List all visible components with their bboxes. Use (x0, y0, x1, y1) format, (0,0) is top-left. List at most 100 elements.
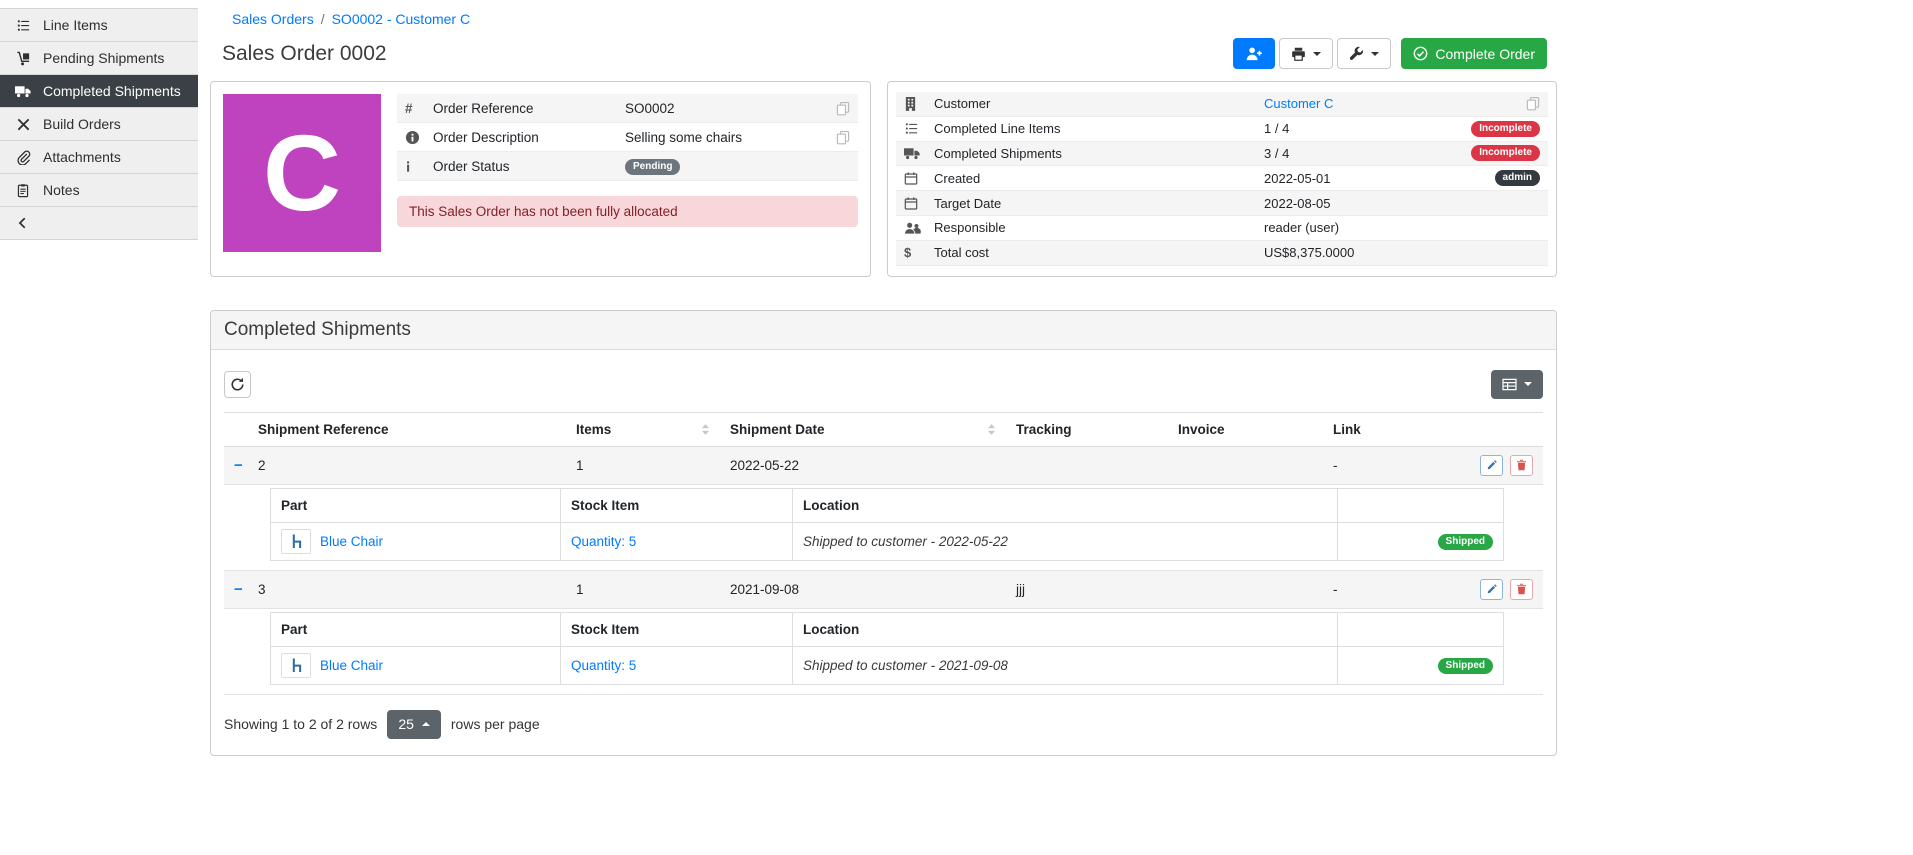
delete-shipment-button[interactable] (1510, 455, 1533, 476)
incomplete-badge: Incomplete (1471, 145, 1540, 161)
table-toolbar (224, 370, 1543, 399)
sidebar-item-label: Attachments (43, 149, 121, 165)
detail-row-order-status: Order Status Pending (397, 152, 858, 181)
shipment-row: − 2 1 2022-05-22 - (224, 446, 1543, 484)
sidebar-item-build-orders[interactable]: Build Orders (0, 108, 198, 141)
trash-icon (1516, 583, 1527, 595)
sidebar-item-label: Line Items (43, 17, 108, 33)
breadcrumb-sales-orders[interactable]: Sales Orders (232, 11, 314, 27)
print-actions-dropdown[interactable] (1279, 38, 1333, 69)
detail-label: Order Reference (433, 101, 625, 116)
shipment-reference-cell: 3 (248, 570, 566, 608)
order-actions-dropdown[interactable] (1337, 38, 1391, 69)
edit-shipment-button[interactable] (1480, 455, 1503, 476)
part-link[interactable]: Blue Chair (320, 534, 383, 549)
subcolumn-status (1338, 612, 1504, 646)
app-root: Line Items Pending Shipments Completed S… (0, 0, 1913, 756)
delete-shipment-button[interactable] (1510, 579, 1533, 600)
meta-label: Total cost (934, 245, 1264, 260)
sidebar-item-notes[interactable]: Notes (0, 174, 198, 207)
meta-row-shipments: Completed Shipments 3 / 4 Incomplete (896, 142, 1548, 167)
wrench-icon (1349, 46, 1364, 61)
copy-icon[interactable] (836, 130, 850, 145)
columns-dropdown-button[interactable] (1491, 370, 1543, 399)
stock-item-link[interactable]: Quantity: 5 (571, 658, 636, 673)
shipment-items-subtable: Part Stock Item Location (270, 612, 1504, 685)
table-columns-icon (1502, 378, 1517, 391)
refresh-button[interactable] (224, 371, 251, 398)
customer-link[interactable]: Customer C (1264, 96, 1333, 111)
shipped-status-badge: Shipped (1438, 534, 1493, 550)
collapse-row-button[interactable]: − (234, 581, 243, 598)
user-badge: admin (1495, 170, 1540, 186)
subcolumn-part: Part (271, 488, 561, 522)
sidebar-item-label: Completed Shipments (43, 83, 181, 99)
part-thumbnail[interactable] (281, 653, 311, 678)
sidebar-item-line-items[interactable]: Line Items (0, 9, 198, 42)
part-link[interactable]: Blue Chair (320, 658, 383, 673)
chair-icon (290, 534, 303, 549)
clipboard-icon (14, 183, 32, 198)
trash-icon (1516, 459, 1527, 471)
pencil-icon (1486, 459, 1498, 471)
shipment-row: − 3 1 2021-09-08 jjj - (224, 570, 1543, 608)
subcolumn-stock-item: Stock Item (561, 612, 793, 646)
column-shipment-reference[interactable]: Shipment Reference (248, 412, 566, 446)
customer-actions-button[interactable] (1233, 38, 1275, 69)
list-icon (14, 18, 32, 33)
complete-order-button[interactable]: Complete Order (1401, 38, 1547, 69)
sidebar-item-label: Notes (43, 182, 80, 198)
meta-label: Customer (934, 96, 1264, 111)
column-invoice: Invoice (1168, 412, 1323, 446)
sidebar-collapse-button[interactable] (0, 207, 198, 240)
column-items[interactable]: Items (566, 412, 720, 446)
breadcrumb-current[interactable]: SO0002 - Customer C (332, 11, 471, 27)
meta-value: 1 / 4 (1264, 121, 1470, 136)
sidebar-item-pending-shipments[interactable]: Pending Shipments (0, 42, 198, 75)
panel-title: Completed Shipments (211, 311, 1556, 350)
breadcrumb-separator: / (321, 11, 325, 27)
panel-body: Shipment Reference Items Shipment Date T… (211, 350, 1556, 755)
edit-shipment-button[interactable] (1480, 579, 1503, 600)
info-circle-icon (405, 130, 433, 145)
copy-icon[interactable] (1526, 96, 1540, 111)
truck-icon (14, 85, 32, 98)
stock-item-link[interactable]: Quantity: 5 (571, 534, 636, 549)
caret-down-icon (1371, 52, 1379, 56)
sort-icon[interactable] (987, 423, 996, 436)
tools-icon (14, 117, 32, 132)
column-shipment-date[interactable]: Shipment Date (720, 412, 1006, 446)
sidebar-item-attachments[interactable]: Attachments (0, 141, 198, 174)
sort-icon[interactable] (701, 423, 710, 436)
shipment-date-cell: 2022-05-22 (720, 446, 1006, 484)
detail-label: Order Status (433, 159, 625, 174)
sidebar-item-label: Pending Shipments (43, 50, 164, 66)
shipments-table: Shipment Reference Items Shipment Date T… (224, 412, 1543, 695)
order-thumbnail[interactable]: C (223, 94, 381, 252)
shipment-reference-cell: 2 (248, 446, 566, 484)
meta-row-responsible: Responsible reader (user) (896, 216, 1548, 241)
info-icon (405, 159, 433, 174)
caret-down-icon (1524, 382, 1532, 386)
part-thumbnail[interactable] (281, 529, 311, 554)
detail-value: Pending (625, 157, 850, 175)
meta-value: 2022-05-01 (1264, 171, 1470, 186)
printer-icon (1291, 47, 1306, 61)
copy-icon[interactable] (836, 101, 850, 116)
meta-value: reader (user) (1264, 220, 1470, 235)
order-meta-card: Customer Customer C Completed Line Items… (887, 81, 1557, 277)
meta-label: Created (934, 171, 1264, 186)
sidebar-item-completed-shipments[interactable]: Completed Shipments (0, 75, 198, 108)
table-pagination: Showing 1 to 2 of 2 rows 25 rows per pag… (224, 710, 1543, 739)
check-circle-icon (1413, 46, 1428, 61)
detail-value: Selling some chairs (625, 130, 836, 145)
page-size-dropdown[interactable]: 25 (387, 710, 441, 739)
location-cell: Shipped to customer - 2021-09-08 (793, 646, 1338, 684)
order-summary-row: C # Order Reference SO0002 (210, 81, 1557, 277)
refresh-icon (230, 377, 245, 392)
breadcrumb: Sales Orders / SO0002 - Customer C (210, 8, 1557, 30)
collapse-row-button[interactable]: − (234, 457, 243, 474)
order-details-card: C # Order Reference SO0002 (210, 81, 871, 277)
order-status-badge: Pending (625, 159, 680, 175)
invoice-cell (1168, 446, 1323, 484)
